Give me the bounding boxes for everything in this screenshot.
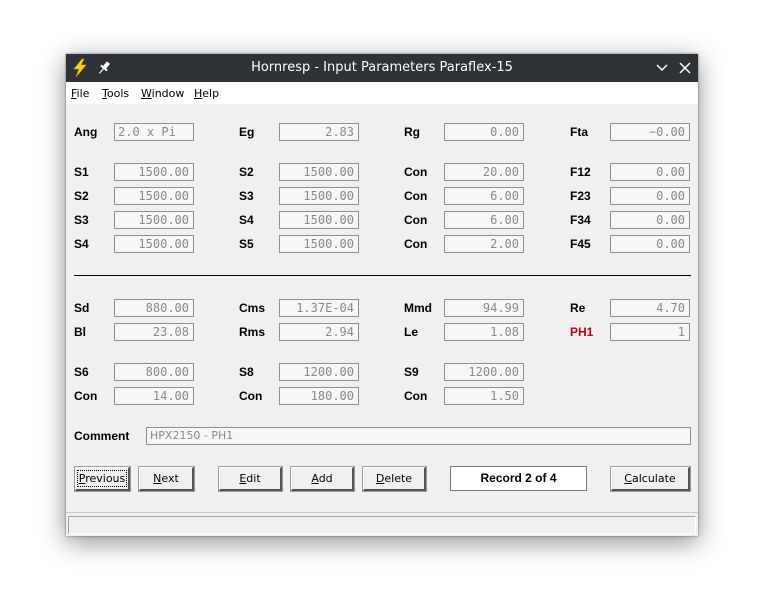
param-field[interactable]: 180.00 [279, 387, 359, 405]
param-field[interactable]: 1500.00 [114, 163, 194, 181]
param-label: S2 [239, 165, 254, 179]
comment-field[interactable]: HPX2150 - PH1 [146, 427, 691, 445]
param-label: Ang [74, 125, 98, 139]
param-label: Con [239, 389, 263, 403]
section-divider [74, 275, 691, 276]
param-field[interactable]: 1500.00 [279, 235, 359, 253]
status-separator [66, 512, 698, 513]
param-label: S3 [74, 213, 89, 227]
param-label: F12 [570, 165, 591, 179]
param-label: Le [404, 325, 419, 339]
window-title: Hornresp - Input Parameters Paraflex-15 [251, 60, 513, 75]
hornresp-window: Hornresp - Input Parameters Paraflex-15 … [66, 54, 698, 536]
param-field[interactable]: 0.00 [610, 187, 690, 205]
param-field[interactable]: 880.00 [114, 299, 194, 317]
title-bar[interactable]: Hornresp - Input Parameters Paraflex-15 [66, 54, 698, 82]
param-label: Sd [74, 301, 90, 315]
param-field[interactable]: 14.00 [114, 387, 194, 405]
param-field[interactable]: 23.08 [114, 323, 194, 341]
previous-button[interactable]: Previous [74, 466, 131, 492]
param-label: Con [404, 165, 428, 179]
param-label: Con [404, 189, 428, 203]
calculate-button[interactable]: Calculate [610, 466, 691, 492]
menu-bar: File Tools Window Help [66, 82, 698, 104]
param-field[interactable]: 1 [610, 323, 690, 341]
menu-window[interactable]: Window [141, 87, 184, 100]
param-field[interactable]: 1.37E-04 [279, 299, 359, 317]
param-label: Con [404, 237, 428, 251]
param-field-rg[interactable]: 0.00 [444, 123, 524, 141]
param-label: Fta [570, 125, 588, 139]
param-field[interactable]: 1200.00 [279, 363, 359, 381]
param-field[interactable]: 1200.00 [444, 363, 524, 381]
menu-tools[interactable]: Tools [102, 87, 129, 100]
param-field[interactable]: 0.00 [610, 211, 690, 229]
param-field[interactable]: 2.94 [279, 323, 359, 341]
param-field[interactable]: 1.50 [444, 387, 524, 405]
param-field[interactable]: 20.00 [444, 163, 524, 181]
delete-button[interactable]: Delete [362, 466, 427, 492]
param-label: Con [404, 213, 428, 227]
param-label: S8 [239, 365, 254, 379]
param-label: Con [404, 389, 428, 403]
chevron-down-icon[interactable] [652, 58, 672, 78]
param-label: S5 [239, 237, 254, 251]
param-label: S2 [74, 189, 89, 203]
param-field[interactable]: 6.00 [444, 187, 524, 205]
param-label: F45 [570, 237, 591, 251]
comment-label: Comment [74, 429, 130, 443]
param-field[interactable]: 1500.00 [279, 211, 359, 229]
record-indicator: Record 2 of 4 [450, 466, 587, 491]
param-field[interactable]: 0.00 [610, 235, 690, 253]
param-field[interactable]: 1500.00 [114, 211, 194, 229]
param-field[interactable]: 2.00 [444, 235, 524, 253]
param-field[interactable]: 1500.00 [114, 187, 194, 205]
param-label: S1 [74, 165, 89, 179]
status-bar [68, 516, 696, 534]
param-label: Rms [239, 325, 266, 339]
param-label: F34 [570, 213, 591, 227]
param-field[interactable]: 1500.00 [114, 235, 194, 253]
param-field-ang[interactable]: 2.0 x Pi [114, 123, 194, 141]
param-label: Eg [239, 125, 255, 139]
param-label: Cms [239, 301, 266, 315]
param-field[interactable]: 0.00 [610, 163, 690, 181]
param-field[interactable]: 800.00 [114, 363, 194, 381]
param-field[interactable]: 94.99 [444, 299, 524, 317]
next-button[interactable]: Next [138, 466, 195, 492]
param-label: S3 [239, 189, 254, 203]
param-label: Mmd [404, 301, 432, 315]
menu-file[interactable]: File [71, 87, 89, 100]
param-label: Bl [74, 325, 86, 339]
param-label: Re [570, 301, 586, 315]
param-field-eg[interactable]: 2.83 [279, 123, 359, 141]
param-field[interactable]: 4.70 [610, 299, 690, 317]
param-label: F23 [570, 189, 591, 203]
param-field-fta[interactable]: −0.00 [610, 123, 690, 141]
param-label: S4 [239, 213, 254, 227]
edit-button[interactable]: Edit [218, 466, 283, 492]
param-label: Rg [404, 125, 420, 139]
param-field[interactable]: 1500.00 [279, 163, 359, 181]
param-field[interactable]: 1.08 [444, 323, 524, 341]
param-label: S9 [404, 365, 419, 379]
param-label: S6 [74, 365, 89, 379]
param-field[interactable]: 1500.00 [279, 187, 359, 205]
add-button[interactable]: Add [290, 466, 355, 492]
param-label: S4 [74, 237, 89, 251]
param-field[interactable]: 6.00 [444, 211, 524, 229]
close-icon[interactable] [675, 58, 695, 78]
param-label-highlight: PH1 [570, 325, 594, 339]
param-label: Con [74, 389, 98, 403]
menu-help[interactable]: Help [194, 87, 219, 100]
